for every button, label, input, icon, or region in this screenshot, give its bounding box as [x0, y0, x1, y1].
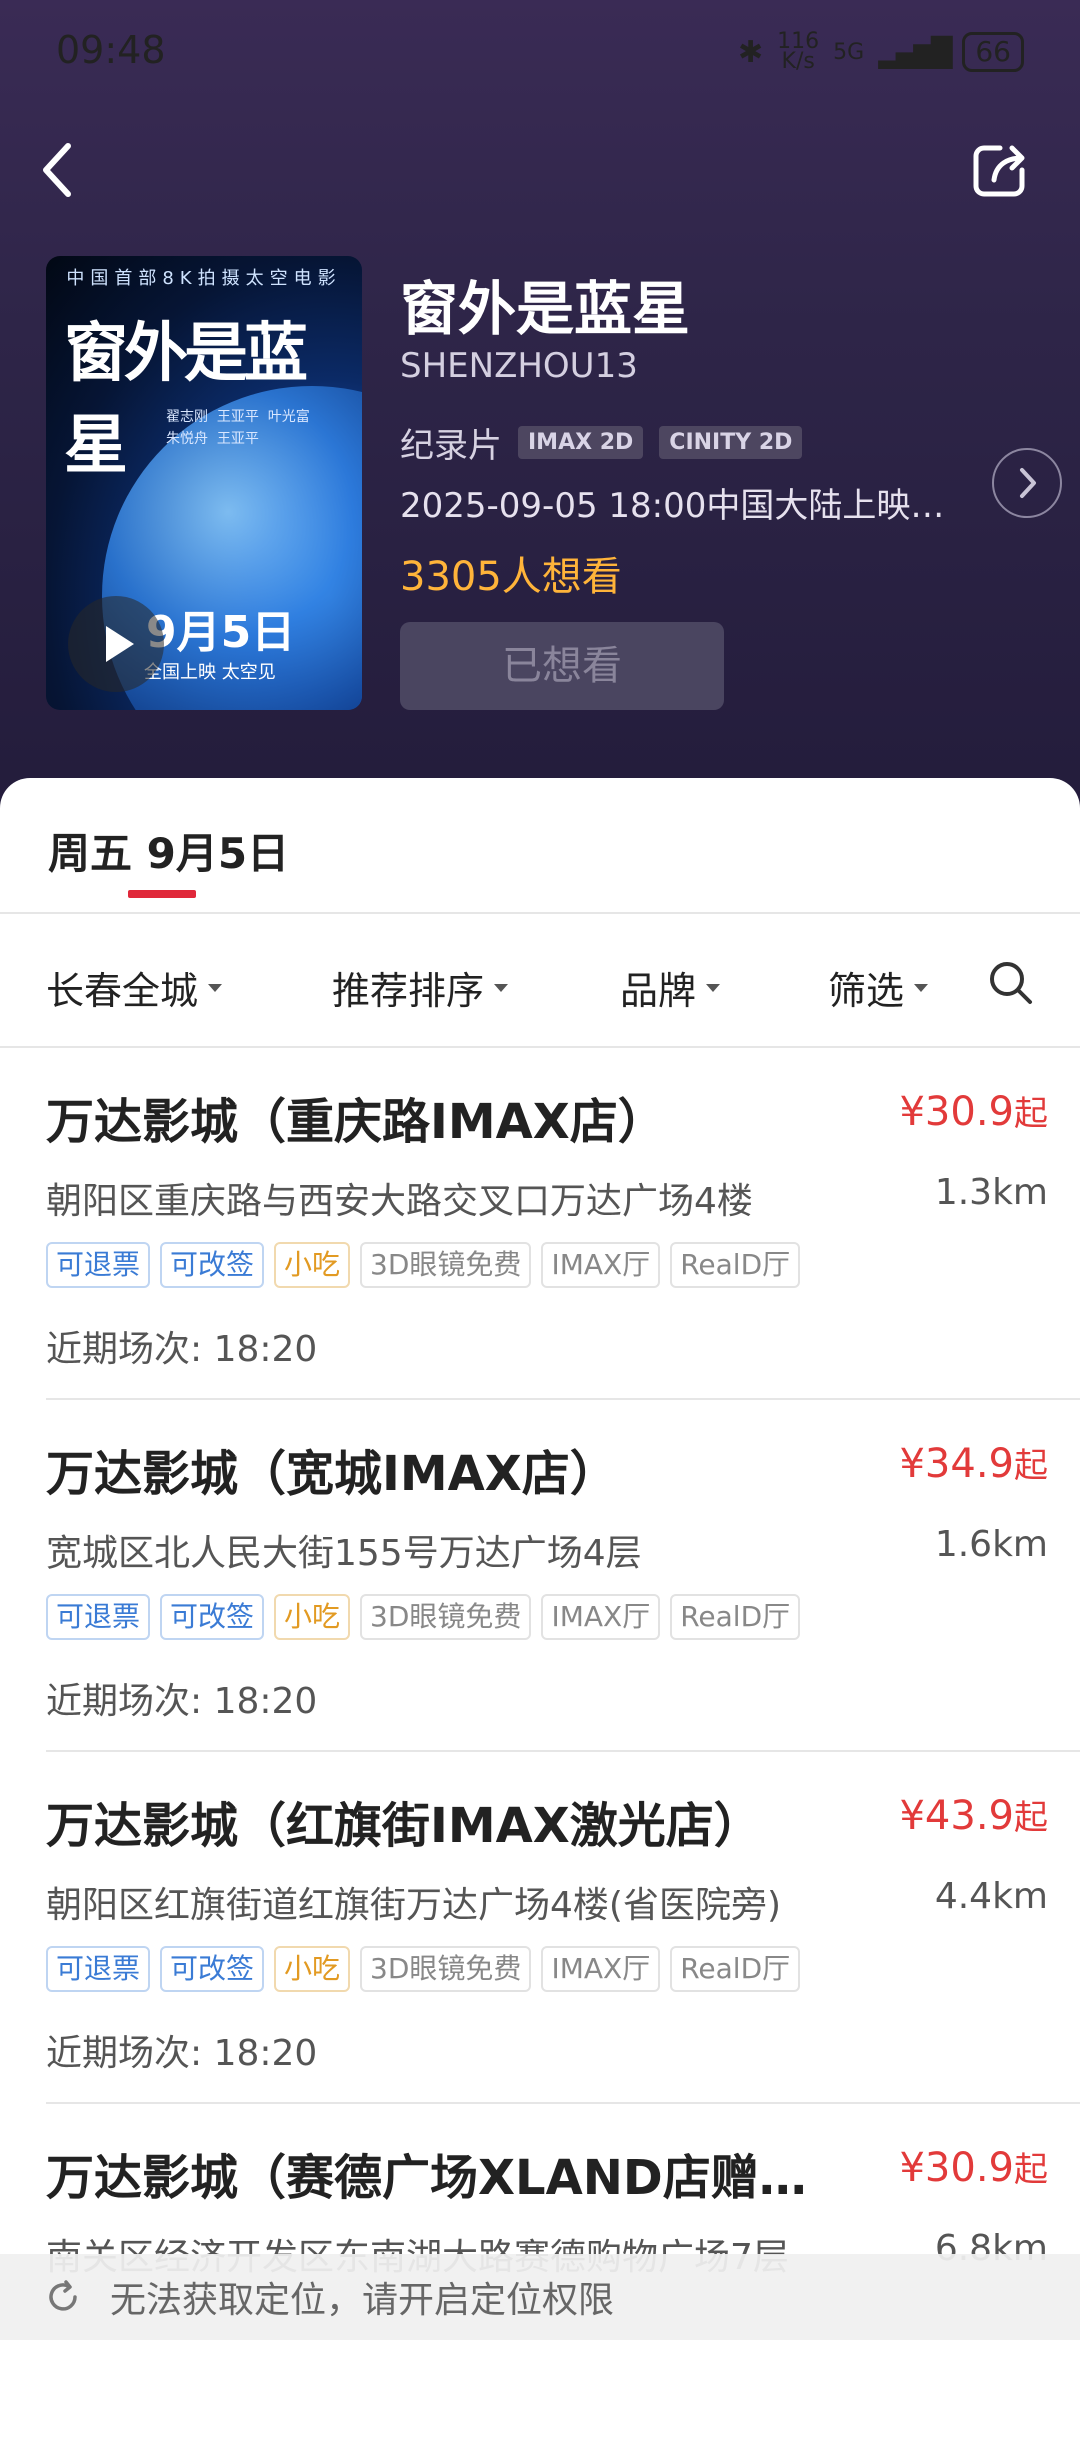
tag-reald: RealD厅 [670, 1594, 801, 1640]
cinema-name: 万达影城（重庆路IMAX店） [46, 1094, 666, 1150]
cinema-address: 朝阳区红旗街道红旗街万达广场4楼(省医院旁) [46, 1885, 781, 1926]
poster-date: 9月5日 [146, 607, 296, 658]
signal-icon: ▂▄▆█ [878, 35, 952, 69]
tag-refund: 可退票 [46, 1946, 151, 1992]
caret-down-icon [208, 983, 223, 992]
tag-refund: 可退票 [46, 1594, 151, 1640]
chevron-right-icon [1020, 468, 1036, 498]
movie-title: 窗外是蓝星 [400, 275, 691, 343]
filter-brand[interactable]: 品牌 [620, 960, 721, 1015]
movie-genre: 纪录片 [400, 426, 502, 466]
play-trailer-button[interactable] [68, 596, 164, 692]
filter-screen-label: 筛选 [828, 969, 905, 1013]
network-speed: 116 K/s [777, 29, 820, 74]
cinema-price: ¥30.9起 [899, 1086, 1048, 1135]
play-icon [106, 626, 134, 662]
cinema-tags: 可退票 可改签 小吃 3D眼镜免费 IMAX厅 RealD厅 [46, 1946, 801, 1992]
tag-reald: RealD厅 [670, 1946, 801, 1992]
cinema-name: 万达影城（红旗街IMAX激光店） [46, 1798, 762, 1854]
tag-refund: 可退票 [46, 1242, 151, 1288]
movie-english-title: SHENZHOU13 [400, 346, 638, 386]
genre-row: 纪录片 IMAX 2D CINITY 2D [400, 418, 803, 467]
cinema-tags: 可退票 可改签 小吃 3D眼镜免费 IMAX厅 RealD厅 [46, 1242, 801, 1288]
search-icon[interactable] [986, 958, 1034, 1006]
cinema-distance: 4.4km [934, 1876, 1048, 1917]
price-value: ¥30.9 [899, 1089, 1014, 1135]
price-suffix: 起 [1014, 1798, 1048, 1838]
poster-credits: 翟志刚 王亚平 叶光富 朱悦舟 王亚平 [166, 409, 310, 447]
refresh-icon [49, 2280, 77, 2311]
signal-label: 5G [833, 39, 865, 65]
wanted-button[interactable]: 已想看 [400, 622, 724, 710]
tag-3d-glasses: 3D眼镜免费 [360, 1946, 532, 1992]
toast-text: 无法获取定位，请开启定位权限 [110, 2280, 615, 2321]
price-value: ¥43.9 [899, 1793, 1014, 1839]
format-badge: IMAX 2D [518, 426, 644, 459]
cinema-tags: 可退票 可改签 小吃 3D眼镜免费 IMAX厅 RealD厅 [46, 1594, 801, 1640]
caret-down-icon [914, 983, 929, 992]
cinema-item[interactable]: 万达影城（重庆路IMAX店） ¥30.9起 朝阳区重庆路与西安大路交叉口万达广场… [46, 1048, 1080, 1400]
tag-snack: 小吃 [274, 1946, 351, 1992]
filter-screen[interactable]: 筛选 [828, 960, 929, 1015]
cinema-distance: 1.3km [934, 1172, 1048, 1213]
price-value: ¥30.9 [899, 2145, 1014, 2191]
tag-imax: IMAX厅 [541, 1242, 661, 1288]
poster-title: 窗外是蓝星 [64, 316, 308, 483]
cinema-price: ¥43.9起 [899, 1790, 1048, 1839]
cinema-item[interactable]: 万达影城（宽城IMAX店） ¥34.9起 宽城区北人民大街155号万达广场4层 … [46, 1400, 1080, 1752]
movie-detail-button[interactable] [992, 448, 1062, 518]
cinema-item[interactable]: 万达影城（红旗街IMAX激光店） ¥43.9起 朝阳区红旗街道红旗街万达广场4楼… [46, 1752, 1080, 2104]
status-bar: 09:48 ✱ 116 K/s 5G ▂▄▆█ 66 [56, 28, 1024, 78]
cinema-distance: 1.6km [934, 1524, 1048, 1565]
price-value: ¥34.9 [899, 1441, 1014, 1487]
tag-snack: 小吃 [274, 1594, 351, 1640]
tag-imax: IMAX厅 [541, 1946, 661, 1992]
tab-indicator [128, 890, 196, 898]
cinema-price: ¥34.9起 [899, 1438, 1048, 1487]
cinema-address: 朝阳区重庆路与西安大路交叉口万达广场4楼 [46, 1181, 753, 1222]
tag-3d-glasses: 3D眼镜免费 [360, 1594, 532, 1640]
filter-sort[interactable]: 推荐排序 [332, 960, 509, 1015]
filter-city-label: 长春全城 [46, 969, 199, 1013]
cinema-list-sheet: 周五 9月5日 长春全城 推荐排序 品牌 筛选 万达影城（重庆路IMAX店） ¥… [0, 778, 1080, 2340]
price-suffix: 起 [1014, 1094, 1048, 1134]
recent-showtime: 近期场次: 18:20 [46, 1329, 318, 1370]
tag-3d-glasses: 3D眼镜免费 [360, 1242, 532, 1288]
share-icon[interactable] [970, 140, 1030, 200]
cinema-address: 宽城区北人民大街155号万达广场4层 [46, 1533, 642, 1574]
recent-showtime: 近期场次: 18:20 [46, 1681, 318, 1722]
format-badge: CINITY 2D [659, 426, 803, 459]
tag-snack: 小吃 [274, 1242, 351, 1288]
cinema-name: 万达影城（赛德广场XLAND店赠… [46, 2150, 807, 2206]
filter-brand-label: 品牌 [620, 969, 697, 1013]
recent-showtime: 近期场次: 18:20 [46, 2033, 318, 2074]
caret-down-icon [494, 983, 509, 992]
release-info: 2025-09-05 18:00中国大陆上映… [400, 486, 945, 526]
tag-reschedule: 可改签 [160, 1242, 265, 1288]
price-suffix: 起 [1014, 2150, 1048, 2190]
tag-reschedule: 可改签 [160, 1594, 265, 1640]
caret-down-icon [706, 983, 721, 992]
price-suffix: 起 [1014, 1446, 1048, 1486]
bluetooth-icon: ✱ [738, 34, 764, 70]
movie-header: 09:48 ✱ 116 K/s 5G ▂▄▆█ 66 中国首部8K拍摄太空电影 … [0, 0, 1080, 820]
tag-imax: IMAX厅 [541, 1594, 661, 1640]
back-icon[interactable] [38, 140, 78, 200]
tab-date[interactable]: 周五 9月5日 [48, 820, 289, 881]
tag-reald: RealD厅 [670, 1242, 801, 1288]
location-permission-toast[interactable]: 无法获取定位，请开启定位权限 [0, 2254, 1080, 2340]
cinema-name: 万达影城（宽城IMAX店） [46, 1446, 618, 1502]
status-time: 09:48 [56, 28, 166, 72]
cinema-price: ¥30.9起 [899, 2142, 1048, 2191]
wish-count: 3305人想看 [400, 554, 622, 600]
poster-top-line: 中国首部8K拍摄太空电影 [66, 268, 342, 289]
filter-bar: 长春全城 推荐排序 品牌 筛选 [0, 914, 1080, 1048]
tag-reschedule: 可改签 [160, 1946, 265, 1992]
battery-icon: 66 [962, 32, 1024, 72]
filter-city[interactable]: 长春全城 [46, 960, 223, 1015]
filter-sort-label: 推荐排序 [332, 969, 485, 1013]
